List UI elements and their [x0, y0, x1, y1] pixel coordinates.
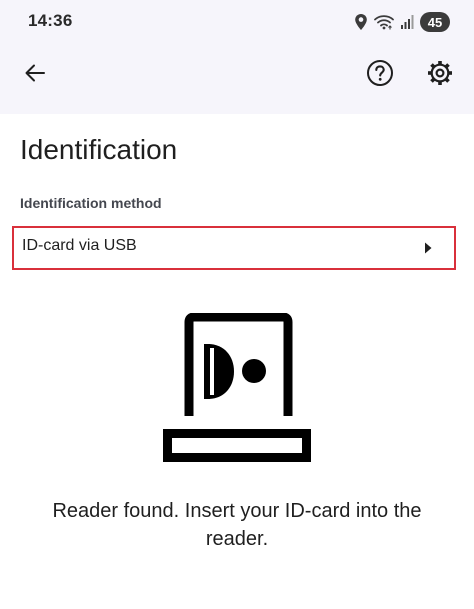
- settings-button[interactable]: [418, 53, 462, 97]
- location-icon: [354, 13, 368, 31]
- top-area: 14:36 45: [0, 0, 474, 114]
- app-bar: [0, 44, 474, 114]
- caret-right-icon: [424, 241, 432, 259]
- status-time: 14:36: [28, 11, 73, 30]
- gear-icon: [426, 59, 454, 92]
- identification-method-label: Identification method: [20, 195, 162, 211]
- arrow-left-icon: [23, 61, 47, 90]
- identification-method-value: ID-card via USB: [22, 237, 137, 254]
- identification-method-select[interactable]: ID-card via USB: [12, 226, 456, 270]
- back-button[interactable]: [13, 53, 57, 97]
- reader-status-message: Reader found. Insert your ID-card into t…: [52, 500, 422, 550]
- card-reader-illustration: [162, 312, 312, 463]
- battery-icon: 45: [420, 12, 450, 32]
- help-button[interactable]: [358, 53, 402, 97]
- status-bar: 14:36 45: [0, 0, 474, 44]
- signal-icon: [400, 14, 414, 30]
- card-reader-icon: [163, 312, 311, 462]
- help-circle-icon: [366, 59, 394, 92]
- wifi-icon: [374, 14, 394, 30]
- status-icons: 45: [354, 10, 450, 34]
- page-title: Identification: [20, 134, 178, 165]
